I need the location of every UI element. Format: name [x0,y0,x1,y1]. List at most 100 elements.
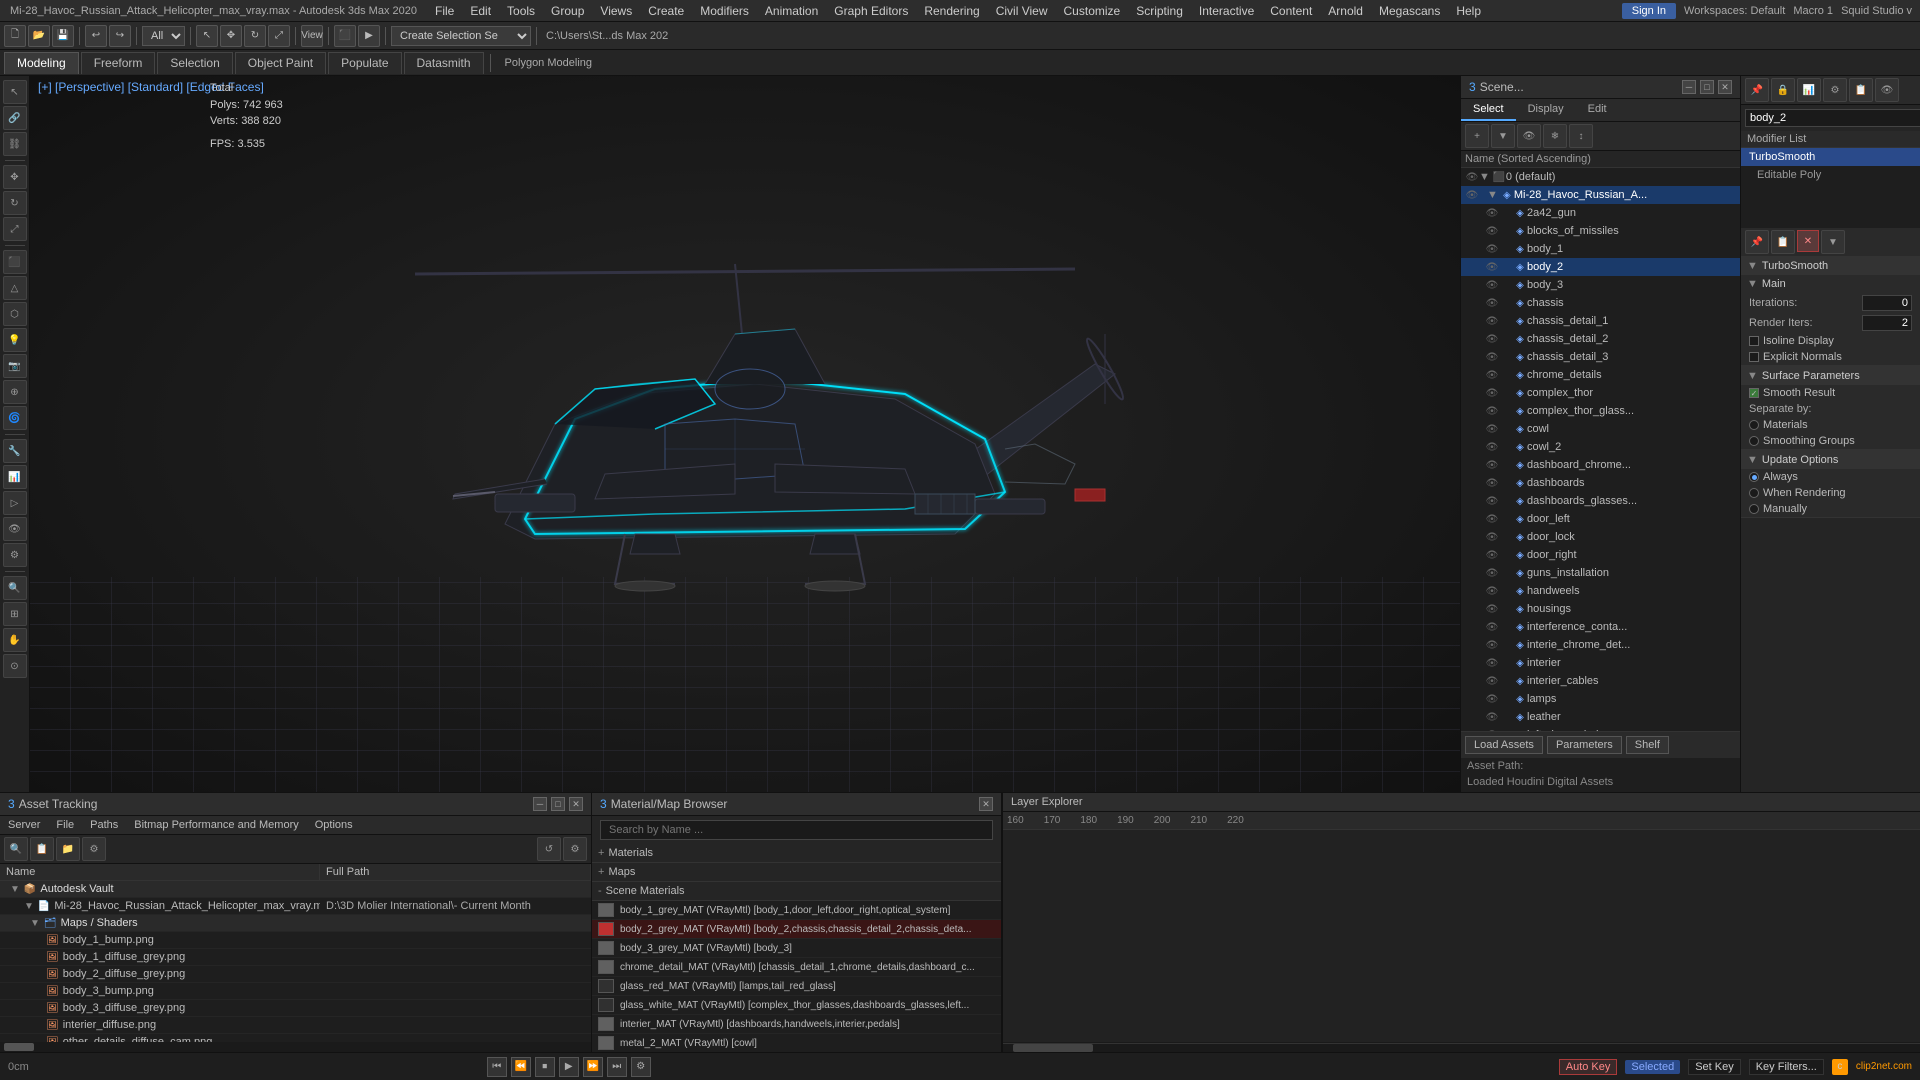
menu-file[interactable]: File [427,0,462,21]
scene-item-default[interactable]: 👁 ▼ ⬛ 0 (default) [1461,168,1740,186]
update-options-header[interactable]: ▼ Update Options [1741,451,1920,469]
left-btn-display[interactable]: 👁 [3,517,27,541]
when-rendering-radio[interactable] [1749,488,1759,498]
asset-refresh-btn[interactable]: ↺ [537,837,561,861]
mat-section-scene[interactable]: - Scene Materials [592,882,1001,901]
asset-tb1[interactable]: 🔍 [4,837,28,861]
menu-rendering[interactable]: Rendering [916,0,987,21]
scene-item-complex-thor[interactable]: 👁 ◈ complex_thor [1461,384,1740,402]
mod-copy-btn[interactable]: 📋 [1771,230,1795,254]
mod-graph-btn[interactable]: 📊 [1797,78,1821,102]
asset-tb2[interactable]: 📋 [30,837,54,861]
left-btn-zoom[interactable]: 🔍 [3,576,27,600]
scene-item-cowl2[interactable]: 👁 ◈ cowl_2 [1461,438,1740,456]
asset-row-maps[interactable]: ▼ 🗂 Maps / Shaders [0,915,591,932]
asset-row-map3[interactable]: 🖼 body_2_diffuse_grey.png [0,966,591,983]
mainfile-expand[interactable]: ▼ [24,901,34,912]
mod-delete-btn[interactable]: ✕ [1797,230,1819,252]
stop-btn[interactable]: ⏹ [535,1057,555,1077]
scene-item-mi28[interactable]: 👁 ▼ ◈ Mi-28_Havoc_Russian_A... [1461,186,1740,204]
asset-row-vault[interactable]: ▼ 📦 Autodesk Vault [0,881,591,898]
shelf-btn[interactable]: Shelf [1626,736,1669,754]
toolbar-scale[interactable]: ⤢ [268,25,290,47]
surface-params-header[interactable]: ▼ Surface Parameters [1741,367,1920,385]
left-btn-modifier[interactable]: 🔧 [3,439,27,463]
left-btn-shapes[interactable]: ⬡ [3,302,27,326]
mat-row-chrome[interactable]: chrome_detail_MAT (VRayMtl) [chassis_det… [592,958,1001,977]
menu-group[interactable]: Group [543,0,592,21]
menu-help[interactable]: Help [1448,0,1489,21]
scene-item-door-right[interactable]: 👁 ◈ door_right [1461,546,1740,564]
mat-close-btn[interactable]: ✕ [979,797,993,811]
scene-item-cowl[interactable]: 👁 ◈ cowl [1461,420,1740,438]
scene-item-guns[interactable]: 👁 ◈ guns_installation [1461,564,1740,582]
left-btn-hierarchy[interactable]: 📊 [3,465,27,489]
asset-scrollbar[interactable] [0,1042,591,1052]
scene-item-missiles[interactable]: 👁 ◈ blocks_of_missiles [1461,222,1740,240]
parameters-btn[interactable]: Parameters [1547,736,1622,754]
layer-scrollbar[interactable] [1003,1042,1920,1052]
left-btn-lights[interactable]: 💡 [3,328,27,352]
material-list[interactable]: + Materials + Maps - Scene Materials bod… [592,844,1001,1052]
asset-row-map5[interactable]: 🖼 body_3_diffuse_grey.png [0,1000,591,1017]
scene-tab-edit[interactable]: Edit [1576,99,1619,121]
asset-tb4[interactable]: ⚙ [82,837,106,861]
left-btn-move[interactable]: ✥ [3,165,27,189]
scene-item-lamps[interactable]: 👁 ◈ lamps [1461,690,1740,708]
tab-freeform[interactable]: Freeform [81,52,156,74]
mat-row-body1[interactable]: body_1_grey_MAT (VRayMtl) [body_1,door_l… [592,901,1001,920]
menu-arnold[interactable]: Arnold [1320,0,1371,21]
manually-radio[interactable] [1749,504,1759,514]
scene-item-interie-chrome[interactable]: 👁 ◈ interie_chrome_det... [1461,636,1740,654]
left-btn-helpers[interactable]: ⊕ [3,380,27,404]
mod-display-btn[interactable]: 👁 [1875,78,1899,102]
asset-row-map4[interactable]: 🖼 body_3_bump.png [0,983,591,1000]
menu-modifiers[interactable]: Modifiers [692,0,757,21]
left-btn-cameras[interactable]: 📷 [3,354,27,378]
iterations-input[interactable] [1862,295,1912,311]
viewport-canvas[interactable] [30,76,1460,792]
mod-lock-btn[interactable]: 🔒 [1771,78,1795,102]
asset-menu-bitmap[interactable]: Bitmap Performance and Memory [126,816,306,834]
toolbar-open[interactable]: 📂 [28,25,50,47]
scene-filter-btn[interactable]: ▼ [1491,124,1515,148]
left-btn-geometry[interactable]: △ [3,276,27,300]
scene-hide-btn[interactable]: 👁 [1517,124,1541,148]
left-btn-link[interactable]: 🔗 [3,106,27,130]
scene-list[interactable]: 👁 ▼ ⬛ 0 (default) 👁 ▼ ◈ Mi-28_Havoc_Russ… [1461,168,1740,731]
toolbar-rotate[interactable]: ↻ [244,25,266,47]
asset-row-map6[interactable]: 🖼 interier_diffuse.png [0,1017,591,1034]
asset-minimize-btn[interactable]: ─ [533,797,547,811]
mat-row-body3[interactable]: body_3_grey_MAT (VRayMtl) [body_3] [592,939,1001,958]
isoline-checkbox[interactable] [1749,336,1759,346]
left-btn-select[interactable]: ↖ [3,80,27,104]
mod-pin-btn[interactable]: 📌 [1745,78,1769,102]
scene-item-housings[interactable]: 👁 ◈ housings [1461,600,1740,618]
scene-item-interference[interactable]: 👁 ◈ interference_conta... [1461,618,1740,636]
key-filters-btn[interactable]: Key Filters... [1749,1059,1824,1075]
asset-row-map1[interactable]: 🖼 body_1_bump.png [0,932,591,949]
toolbar-render-frame[interactable]: ▶ [358,25,380,47]
menu-megascans[interactable]: Megascans [1371,0,1448,21]
next-end-btn[interactable]: ⏭ [607,1057,627,1077]
autokey-btn[interactable]: Auto Key [1559,1059,1618,1075]
viewport[interactable]: [+] [Perspective] [Standard] [Edged Face… [30,76,1460,792]
explicit-checkbox[interactable] [1749,352,1759,362]
asset-menu-options[interactable]: Options [307,816,361,834]
load-assets-btn[interactable]: Load Assets [1465,736,1543,754]
toolbar-redo[interactable]: ↪ [109,25,131,47]
mat-section-maps[interactable]: + Maps [592,863,1001,882]
menu-content[interactable]: Content [1262,0,1320,21]
mod-editable-poly[interactable]: Editable Poly [1741,166,1920,184]
asset-tb3[interactable]: 📁 [56,837,80,861]
asset-menu-file[interactable]: File [48,816,82,834]
left-btn-unlink[interactable]: ⛓ [3,132,27,156]
scene-item-body3[interactable]: 👁 ◈ body_3 [1461,276,1740,294]
layer-timeline[interactable]: 160 170 180 190 200 210 220 [1003,812,1920,1042]
left-btn-zoom-all[interactable]: ⊞ [3,602,27,626]
left-btn-create[interactable]: ⬛ [3,250,27,274]
tab-datasmith[interactable]: Datasmith [404,52,484,74]
scene-tab-select[interactable]: Select [1461,99,1516,121]
play-btn[interactable]: ▶ [559,1057,579,1077]
mod-pin2-btn[interactable]: 📌 [1745,230,1769,254]
